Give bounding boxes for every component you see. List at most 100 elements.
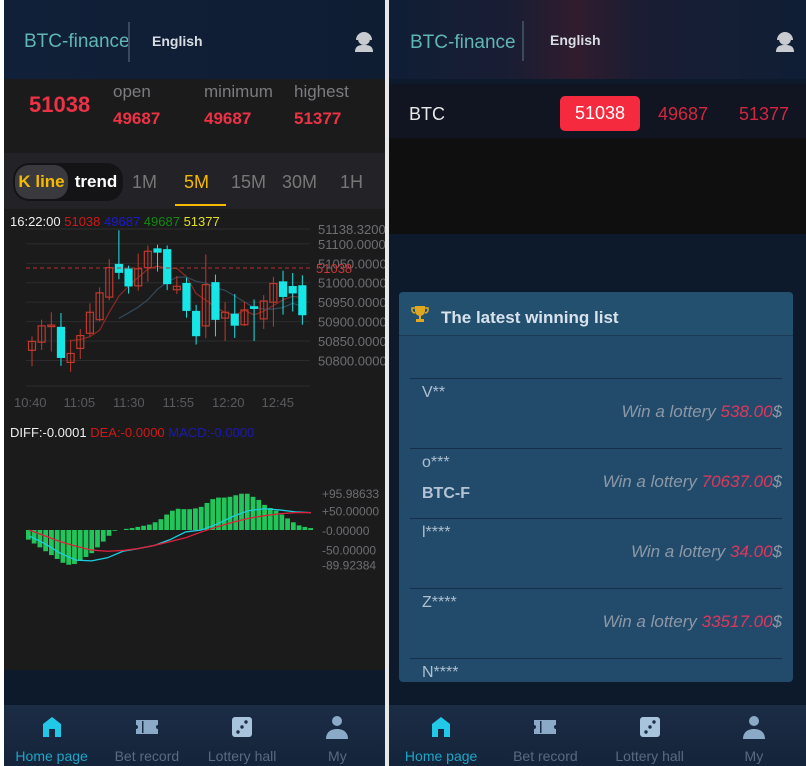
winner-row: N****	[410, 658, 782, 682]
period-1m[interactable]: 1M	[132, 172, 157, 193]
macd-bar	[290, 522, 296, 530]
amount-value: 70637.00	[701, 472, 773, 491]
y-tick-label: -0.00000	[322, 524, 370, 538]
macd-bar	[158, 519, 164, 530]
candle	[76, 328, 85, 359]
macd-chart[interactable]: +95.98633 +50.00000 -0.00000 -50.00000 -89.9…	[4, 480, 385, 580]
period-15m[interactable]: 15M	[231, 172, 266, 193]
macd-bar	[83, 530, 89, 558]
candle-body	[192, 310, 201, 337]
nav-item-bet-record[interactable]: Bet record	[493, 705, 597, 766]
x-tick-label: 11:30	[113, 395, 145, 410]
winner-row: Z**** Win a lottery 33517.00$	[410, 588, 782, 658]
candle	[240, 301, 249, 326]
amount-suffix: $	[772, 402, 782, 421]
macd-bar	[146, 524, 152, 530]
x-tick-label: 11:05	[64, 395, 96, 410]
customer-service-icon[interactable]	[353, 30, 375, 52]
tab-trend[interactable]: trend	[71, 165, 121, 199]
winner-row: o*** BTC-F Win a lottery 70637.00$	[410, 448, 782, 518]
candle	[105, 259, 114, 301]
y-tick-label: +50.00000	[322, 505, 379, 519]
macd-bar	[60, 530, 66, 563]
dice-icon	[232, 717, 253, 737]
macd-bar	[123, 528, 129, 530]
y-tick-label: 51100.00000	[318, 237, 385, 252]
spacer	[4, 670, 385, 705]
amount-prefix: Win a lottery	[630, 542, 730, 561]
winning-list-title: The latest winning list	[441, 308, 619, 327]
ticket-icon	[534, 720, 557, 734]
winner-amount: Win a lottery 34.00$	[631, 542, 782, 562]
chart-type-toggle: K line trend	[13, 163, 123, 201]
winning-list: The latest winning list Win a lottery 79…	[399, 292, 793, 682]
user-icon	[326, 716, 349, 739]
macd-bar	[216, 497, 221, 530]
winner-name: V**	[422, 384, 446, 401]
amount-prefix: Win a lottery	[621, 402, 721, 421]
macd-info: DIFF:-0.0001 DEA:-0.0000 MACD:-0.0000	[10, 425, 254, 440]
brand-logo: BTC-finance	[410, 32, 516, 53]
macd-bar	[95, 530, 100, 548]
dice-icon	[639, 717, 660, 737]
macd-bar	[175, 508, 181, 530]
highest-label: highest	[294, 82, 349, 101]
candle	[27, 336, 37, 367]
period-1h[interactable]: 1H	[340, 172, 363, 193]
btc-ticker-row[interactable]: BTC 51038 49687 51377	[389, 84, 806, 138]
winner-amount: Win a lottery 33517.00$	[603, 612, 782, 632]
chart-tabs: K line trend 1M 5M 15M 30M 1H	[4, 153, 385, 209]
winner-amount: Win a lottery 538.00$	[621, 402, 782, 422]
amount-prefix: Win a lottery	[602, 472, 702, 491]
candle-body	[230, 313, 239, 326]
nav-label: Lottery hall	[615, 748, 684, 764]
winner-row: l**** Win a lottery 34.00$	[410, 518, 782, 588]
language-selector[interactable]: English	[152, 33, 203, 49]
amount-prefix: Win a lottery	[602, 612, 702, 631]
macd-bar	[227, 496, 233, 530]
candle-body	[163, 249, 172, 285]
period-30m[interactable]: 30M	[282, 172, 317, 193]
macd-bar	[256, 499, 262, 530]
nav-item-my[interactable]: My	[290, 705, 385, 766]
language-selector[interactable]: English	[550, 32, 601, 48]
y-tick-label: 50850.00000	[318, 334, 385, 349]
macd-bar	[37, 530, 43, 548]
nav-item-home-page[interactable]: Home page	[4, 705, 99, 766]
candle	[134, 253, 143, 291]
nav-item-my[interactable]: My	[702, 705, 806, 766]
candlestick-chart[interactable]: 51138.3200051100.0000051050.0000051000.0…	[4, 220, 385, 410]
customer-service-icon[interactable]	[774, 30, 796, 52]
nav-item-lottery-hall[interactable]: Lottery hall	[598, 705, 702, 766]
winning-list-header: The latest winning list	[399, 292, 793, 336]
period-5m[interactable]: 5M	[184, 172, 209, 193]
macd-bar	[233, 495, 239, 530]
candle	[114, 230, 123, 280]
macd-bar	[43, 530, 49, 552]
nav-label: My	[744, 748, 764, 764]
nav-item-home-page[interactable]: Home page	[389, 705, 493, 766]
nav-item-bet-record[interactable]: Bet record	[99, 705, 194, 766]
candle	[66, 339, 75, 372]
coin-price: 51038	[560, 96, 640, 131]
user-icon	[742, 716, 765, 739]
candle	[95, 287, 104, 322]
winner-amount: Win a lottery 70637.00$	[603, 472, 782, 492]
winner-name: o***	[422, 454, 450, 471]
nav-item-lottery-hall[interactable]: Lottery hall	[195, 705, 290, 766]
winner-name: l****	[422, 524, 451, 541]
winner-row: V** Win a lottery 538.00$	[410, 378, 782, 448]
macd-bar	[193, 508, 198, 530]
tab-kline[interactable]: K line	[15, 165, 68, 199]
nav-label: My	[328, 748, 347, 764]
macd-bar	[112, 530, 118, 531]
top-header: BTC-finance English	[389, 0, 806, 79]
ticket-icon	[135, 720, 158, 734]
divider	[128, 22, 130, 62]
macd-bar	[308, 528, 313, 530]
macd-bar	[250, 496, 256, 530]
macd-bar	[135, 526, 141, 530]
bottom-nav: Home page Bet record Lottery hall My	[4, 705, 385, 766]
macd-bar	[279, 514, 285, 530]
x-tick-label: 10:40	[14, 395, 47, 410]
